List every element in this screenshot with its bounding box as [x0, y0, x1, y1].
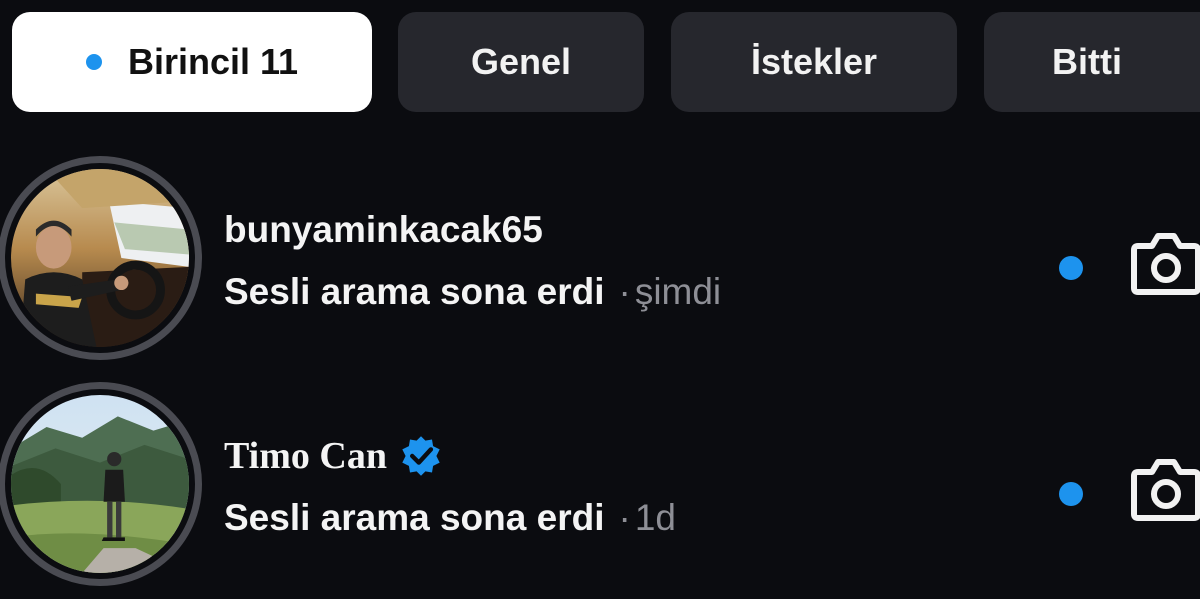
inbox-tabs: Birincil 11 Genel İstekler Bitti	[10, 10, 1200, 114]
message-preview: Sesli arama sona erdi	[224, 497, 605, 538]
username-label: bunyaminkacak65	[224, 209, 543, 250]
separator: ·	[618, 271, 631, 312]
tab-general-label: Genel	[470, 41, 572, 82]
username-label: Timo Can	[224, 435, 387, 477]
tab-general[interactable]: Genel	[398, 12, 644, 112]
unread-dot-icon	[1059, 256, 1083, 280]
thread-username: bunyaminkacak65	[224, 208, 721, 252]
separator: ·	[618, 497, 631, 538]
verified-badge-icon	[399, 434, 443, 478]
tab-primary-label: Birincil 11	[127, 41, 299, 82]
thread-row[interactable]: bunyaminkacak65 Sesli arama sona erdi · şi…	[0, 152, 1200, 362]
thread-preview: Sesli arama sona erdi · 1d	[224, 496, 676, 540]
camera-icon[interactable]	[1130, 230, 1200, 296]
tab-requests[interactable]: İstekler	[671, 12, 957, 112]
message-preview: Sesli arama sona erdi	[224, 271, 605, 312]
thread-text: Timo Can Sesli arama sona erdi · 1d	[224, 434, 676, 540]
timestamp: 1d	[634, 497, 676, 538]
avatar[interactable]	[0, 382, 202, 586]
tab-requests-label: İstekler	[750, 41, 878, 82]
thread-row[interactable]: Timo Can Sesli arama sona erdi · 1d	[0, 378, 1200, 588]
thread-preview: Sesli arama sona erdi · şimdi	[224, 270, 721, 314]
camera-icon[interactable]	[1130, 456, 1200, 522]
profile-photo-mountain-icon	[11, 395, 189, 573]
tab-done[interactable]: Bitti	[984, 12, 1200, 112]
timestamp: şimdi	[634, 271, 722, 312]
unread-indicator-icon	[85, 54, 102, 70]
inbox-screen: Birincil 11 Genel İstekler Bitti bunyami…	[0, 0, 1200, 599]
avatar[interactable]	[0, 156, 202, 360]
profile-photo-car-icon	[11, 169, 189, 347]
unread-dot-icon	[1059, 482, 1083, 506]
thread-text: bunyaminkacak65 Sesli arama sona erdi · şi…	[224, 208, 721, 314]
tab-primary[interactable]: Birincil 11	[12, 12, 372, 112]
thread-username: Timo Can	[224, 434, 676, 478]
tab-done-label: Bitti	[1052, 41, 1122, 82]
